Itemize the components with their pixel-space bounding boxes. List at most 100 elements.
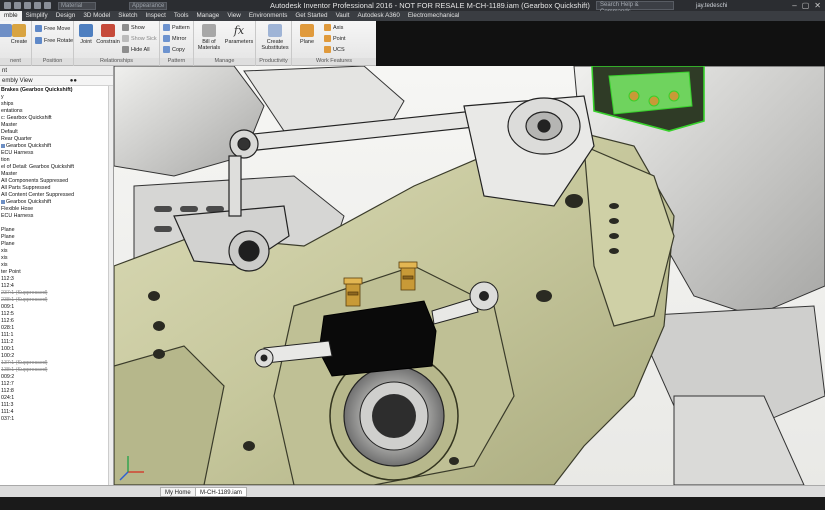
- create-component-button[interactable]: Create: [6, 24, 32, 45]
- parameters-button[interactable]: fx Parameters: [224, 24, 254, 45]
- browser-tree-item[interactable]: 137:1 (Suppressed): [0, 360, 113, 367]
- show-button[interactable]: Show: [122, 24, 145, 31]
- browser-tree-item[interactable]: c: Gearbox Quickshift: [0, 115, 113, 122]
- browser-scrollbar[interactable]: [108, 86, 113, 485]
- browser-tree-item[interactable]: 111:3: [0, 402, 113, 409]
- browser-tree-item[interactable]: 111:1: [0, 332, 113, 339]
- tab-a360[interactable]: Autodesk A360: [353, 11, 403, 21]
- tab-environments[interactable]: Environments: [245, 11, 292, 21]
- new-file-icon[interactable]: [4, 2, 11, 9]
- browser-tree-item[interactable]: 112:4: [0, 283, 113, 290]
- minimize-icon[interactable]: –: [792, 1, 796, 10]
- binoculars-icon[interactable]: ●●: [70, 76, 77, 86]
- browser-tree-item[interactable]: 037:1: [0, 416, 113, 423]
- tab-sketch[interactable]: Sketch: [114, 11, 141, 21]
- open-file-icon[interactable]: [14, 2, 21, 9]
- browser-tree-item[interactable]: All Components Suppressed: [0, 178, 113, 185]
- browser-tree-item[interactable]: Rear Quarter: [0, 136, 113, 143]
- browser-tree-item[interactable]: 111:2: [0, 339, 113, 346]
- browser-tree-item[interactable]: 112:6: [0, 318, 113, 325]
- doc-tab-assembly[interactable]: M-CH-1189.iam: [195, 487, 247, 497]
- browser-tree-item[interactable]: 028:1: [0, 325, 113, 332]
- tab-view[interactable]: View: [223, 11, 245, 21]
- close-icon[interactable]: ✕: [814, 1, 821, 10]
- browser-tree-item[interactable]: tion: [0, 157, 113, 164]
- browser-view-select[interactable]: embly View ●●: [0, 76, 113, 86]
- constrain-button[interactable]: Constrain: [95, 24, 121, 45]
- bill-of-materials-button[interactable]: Bill of Materials: [196, 24, 222, 51]
- browser-tree-item[interactable]: xis: [0, 262, 113, 269]
- show-sick-button[interactable]: Show Sick: [122, 35, 157, 42]
- save-icon[interactable]: [24, 2, 31, 9]
- assembly-model[interactable]: [114, 66, 825, 485]
- browser-tree-item[interactable]: Master: [0, 171, 113, 178]
- browser-tree-item[interactable]: 100:2: [0, 353, 113, 360]
- browser-title: nt: [2, 68, 8, 74]
- maximize-icon[interactable]: ▢: [802, 1, 810, 10]
- browser-tree-item[interactable]: Default: [0, 129, 113, 136]
- tab-inspect[interactable]: Inspect: [142, 11, 170, 21]
- tab-tools[interactable]: Tools: [170, 11, 193, 21]
- tab-design[interactable]: Design: [52, 11, 80, 21]
- browser-tree-item[interactable]: ECU Harness: [0, 150, 113, 157]
- help-search-input[interactable]: Search Help & Commands...: [596, 1, 674, 15]
- copy-button[interactable]: Copy: [163, 46, 185, 53]
- appearance-select[interactable]: Appearance: [129, 1, 167, 10]
- browser-tree-item[interactable]: Master: [0, 122, 113, 129]
- browser-tree-item[interactable]: el of Detail: Gearbox Quickshift: [0, 164, 113, 171]
- browser-tree-item[interactable]: entations: [0, 108, 113, 115]
- user-account[interactable]: jay.tedeschi: [696, 3, 727, 9]
- point-button[interactable]: Point: [324, 35, 346, 42]
- browser-tree-item[interactable]: Plane: [0, 234, 113, 241]
- browser-tree-item[interactable]: ships: [0, 101, 113, 108]
- free-move-button[interactable]: Free Move: [35, 25, 70, 32]
- tab-electromechanical[interactable]: Electromechanical: [404, 11, 463, 21]
- browser-tree-item[interactable]: ter Point: [0, 269, 113, 276]
- browser-tree-item[interactable]: 112:7: [0, 381, 113, 388]
- tab-get-started[interactable]: Get Started: [291, 11, 331, 21]
- browser-tree-item[interactable]: All Content Center Suppressed: [0, 192, 113, 199]
- graphics-viewport[interactable]: [114, 66, 825, 485]
- browser-tree-item[interactable]: xis: [0, 248, 113, 255]
- browser-tree-item[interactable]: Plane: [0, 241, 113, 248]
- hide-all-button[interactable]: Hide All: [122, 46, 150, 53]
- browser-tree-item[interactable]: ECU Harness: [0, 213, 113, 220]
- browser-tree-item[interactable]: All Parts Suppressed: [0, 185, 113, 192]
- tab-3d-model[interactable]: 3D Model: [79, 11, 114, 21]
- browser-tree-item[interactable]: 112:3: [0, 276, 113, 283]
- material-select[interactable]: Material: [58, 1, 96, 10]
- browser-tree-item[interactable]: 111:4: [0, 409, 113, 416]
- browser-tree-item[interactable]: 237:1 (Suppressed): [0, 290, 113, 297]
- create-substitutes-button[interactable]: Create Substitutes: [258, 24, 292, 51]
- tab-manage[interactable]: Manage: [193, 11, 224, 21]
- browser-tree-item[interactable]: Flexible Hose: [0, 206, 113, 213]
- browser-tree-item[interactable]: 112:5: [0, 311, 113, 318]
- browser-tree-item[interactable]: 100:1: [0, 346, 113, 353]
- browser-tree-item[interactable]: Gearbox Quickshift: [0, 143, 113, 150]
- browser-tree-item[interactable]: [0, 220, 113, 227]
- free-rotate-button[interactable]: Free Rotate: [35, 37, 73, 44]
- browser-tree-item[interactable]: xis: [0, 255, 113, 262]
- tab-simplify[interactable]: Simplify: [22, 11, 52, 21]
- pattern-button[interactable]: Pattern: [163, 24, 190, 31]
- axis-button[interactable]: Axis: [324, 24, 343, 31]
- browser-tree-item[interactable]: 009:2: [0, 374, 113, 381]
- ucs-button[interactable]: UCS: [324, 46, 345, 53]
- undo-icon[interactable]: [34, 2, 41, 9]
- browser-tree-item[interactable]: 112:8: [0, 388, 113, 395]
- assembly-icon: [1, 199, 5, 204]
- doc-tab-my-home[interactable]: My Home: [160, 487, 196, 497]
- redo-icon[interactable]: [44, 2, 51, 9]
- tab-vault[interactable]: Vault: [332, 11, 354, 21]
- browser-tree-item[interactable]: 138:1 (Suppressed): [0, 367, 113, 374]
- browser-tree-item[interactable]: Plane: [0, 227, 113, 234]
- browser-tree-item[interactable]: 238:1 (Suppressed): [0, 297, 113, 304]
- mirror-button[interactable]: Mirror: [163, 35, 186, 42]
- browser-tree-item[interactable]: 024:1: [0, 395, 113, 402]
- tab-assemble[interactable]: mble: [0, 11, 22, 21]
- plane-button[interactable]: Plane: [294, 24, 320, 45]
- browser-tree-item[interactable]: y: [0, 94, 113, 101]
- browser-tree-item[interactable]: 009:1: [0, 304, 113, 311]
- browser-tree-item[interactable]: Brakes (Gearbox Quickshift): [0, 87, 113, 94]
- browser-tree-item[interactable]: Gearbox Quickshift: [0, 199, 113, 206]
